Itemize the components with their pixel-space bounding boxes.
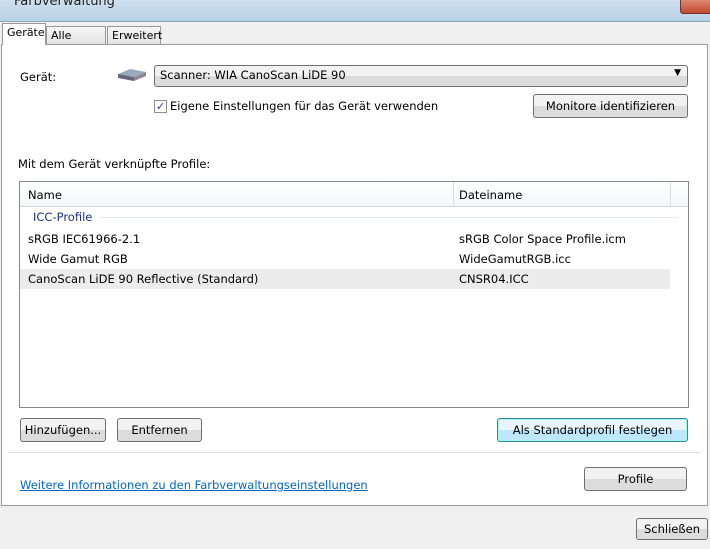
- row-file: sRGB Color Space Profile.icm: [459, 232, 626, 246]
- tab-geraete[interactable]: Geräte: [2, 23, 46, 45]
- use-own-settings-checkbox[interactable]: ✓: [154, 100, 167, 113]
- group-header: ICC-Profile: [33, 210, 93, 224]
- remove-button[interactable]: Entfernen: [117, 418, 202, 442]
- close-window-button[interactable]: [680, 0, 710, 14]
- row-name: CanoScan LiDE 90 Reflective (Standard): [28, 272, 259, 286]
- row-name: sRGB IEC61966-2.1: [28, 232, 141, 246]
- table-row[interactable]: Wide Gamut RGB WideGamutRGB.icc: [20, 249, 670, 269]
- row-file: WideGamutRGB.icc: [459, 252, 571, 266]
- set-default-button[interactable]: Als Standardprofil festlegen: [497, 418, 688, 442]
- more-info-link[interactable]: Weitere Informationen zu den Farbverwalt…: [20, 478, 368, 492]
- use-own-settings-label: Eigene Einstellungen für das Gerät verwe…: [170, 99, 439, 113]
- device-label: Gerät:: [20, 70, 57, 84]
- tab-alle-profile[interactable]: Alle Profile: [46, 26, 106, 55]
- identify-monitors-button[interactable]: Monitore identifizieren: [533, 94, 688, 118]
- profiles-label: Mit dem Gerät verknüpfte Profile:: [18, 157, 211, 171]
- device-select-value: Scanner: WIA CanoScan LiDE 90: [160, 68, 346, 82]
- profiles-button[interactable]: Profile: [584, 467, 687, 491]
- device-select[interactable]: Scanner: WIA CanoScan LiDE 90 ▼: [154, 65, 688, 87]
- table-row-selected[interactable]: CanoScan LiDE 90 Reflective (Standard) C…: [20, 269, 670, 289]
- title-bar: Farbverwaltung: [0, 0, 710, 22]
- window-title: Farbverwaltung: [14, 0, 115, 9]
- column-header-file[interactable]: Dateiname: [459, 188, 522, 202]
- close-button[interactable]: Schließen: [636, 518, 708, 540]
- add-button[interactable]: Hinzufügen...: [20, 418, 106, 442]
- column-header-name[interactable]: Name: [28, 188, 62, 202]
- profiles-list[interactable]: Name Dateiname ICC-Profile sRGB IEC61966…: [19, 181, 689, 408]
- tab-erweitert[interactable]: Erweitert: [107, 26, 162, 45]
- chevron-down-icon: ▼: [674, 68, 681, 78]
- row-file: CNSR04.ICC: [459, 272, 529, 286]
- divider: [8, 452, 701, 453]
- row-name: Wide Gamut RGB: [28, 252, 128, 266]
- list-header: Name Dateiname: [20, 182, 688, 207]
- scanner-icon: [118, 69, 146, 81]
- table-row[interactable]: sRGB IEC61966-2.1 sRGB Color Space Profi…: [20, 229, 670, 249]
